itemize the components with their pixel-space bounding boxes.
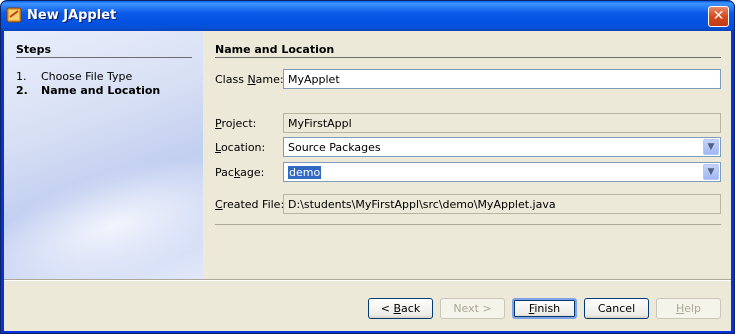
step-label: Name and Location [41,84,161,97]
section-divider [215,57,721,58]
decorative-swoosh [4,130,203,279]
footer-divider-highlight [4,280,731,281]
created-file-label: Created File: [215,198,285,211]
window-title: New JApplet [27,8,117,23]
finish-button[interactable]: Finish [512,298,577,319]
package-label: Package: [215,166,265,179]
steps-heading: Steps [16,43,52,56]
step-number: 1. [16,70,27,83]
java-coffee-cup-icon [6,7,22,23]
project-field: MyFirstAppl [283,113,721,133]
steps-divider [16,57,192,58]
step-name-and-location: 2. Name and Location [16,84,160,97]
title-bar[interactable]: New JApplet ✕ [1,1,734,31]
class-name-input[interactable]: MyApplet [283,69,721,89]
chevron-down-icon[interactable]: ▼ [703,139,719,155]
location-select[interactable]: Source Packages ▼ [283,137,721,157]
help-button[interactable]: Help [656,298,721,319]
cancel-button[interactable]: Cancel [584,298,649,319]
location-label: Location: [215,141,266,154]
step-number: 2. [16,84,28,97]
steps-panel: Steps 1. Choose File Type 2. Name and Loca… [4,31,203,279]
created-file-field: D:\students\MyFirstAppl\src\demo\MyApple… [283,194,721,214]
close-icon[interactable]: ✕ [708,6,729,27]
dialog-window: New JApplet ✕ Steps 1. Choose File Type 2… [0,0,735,334]
back-button[interactable]: < Back [368,298,433,319]
form-panel: Name and Location Class Name: MyApplet P… [203,31,731,279]
chevron-down-icon[interactable]: ▼ [703,164,719,180]
project-label: Project: [215,117,257,130]
class-name-label: Class Name: [215,73,284,86]
step-choose-file-type: 1. Choose File Type [16,70,132,83]
section-heading: Name and Location [215,43,335,56]
form-divider [215,224,721,225]
package-value[interactable]: demo [288,166,322,179]
next-button[interactable]: Next > [440,298,505,319]
step-label: Choose File Type [41,70,133,83]
dialog-body: Steps 1. Choose File Type 2. Name and Loca… [4,31,731,331]
location-value: Source Packages [288,141,381,154]
package-combo[interactable]: demo ▼ [283,162,721,182]
